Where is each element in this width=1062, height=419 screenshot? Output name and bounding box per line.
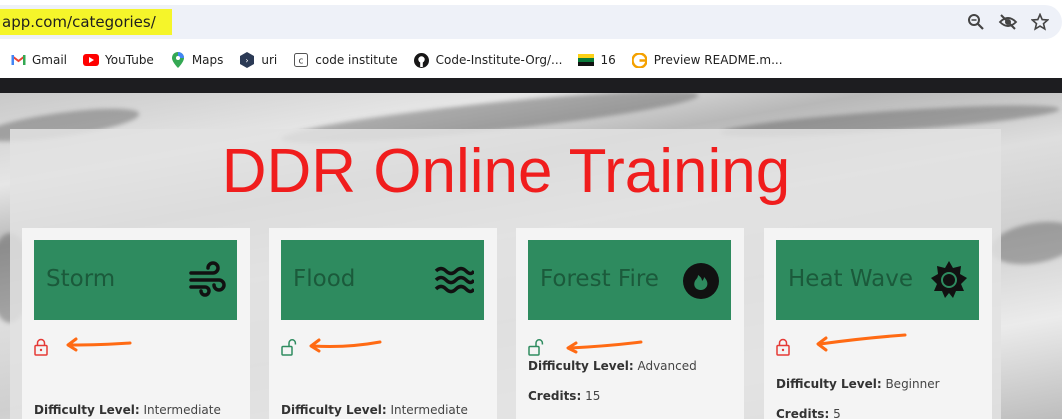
site-navbar [0,78,1062,93]
star-icon[interactable] [1030,12,1050,32]
card-header: Storm [34,240,237,320]
flag-icon [578,52,595,68]
difficulty-level: Difficulty Level: Intermediate [34,403,221,417]
bookmark-code-institute[interactable]: c code institute [293,52,398,68]
maps-icon [170,52,186,68]
eye-slash-icon[interactable] [998,12,1018,32]
category-card-flood[interactable]: Flood Difficulty Level: Intermediate [269,228,497,419]
credits: Credits: 5 [776,407,841,419]
lock-closed-icon [34,338,50,356]
card-title: Storm [46,266,116,292]
annotation-arrow [566,340,643,354]
browser-toolbar: app.com/categories/ [0,0,1062,44]
card-title: Flood [293,266,356,292]
bookmark-16[interactable]: 16 [578,52,616,68]
lock-open-icon [528,338,544,356]
credits: Credits: 15 [528,389,601,403]
difficulty-level: Difficulty Level: Intermediate [281,403,468,417]
bookmarks-bar: Gmail YouTube Maps › uri c code institut… [0,44,1062,76]
annotation-arrow [816,333,907,352]
difficulty-level: Difficulty Level: Advanced [528,359,697,373]
bookmark-uri[interactable]: › uri [239,52,277,68]
lock-closed-icon [776,338,792,356]
card-header: Flood [281,240,484,320]
category-card-forest-fire[interactable]: Forest Fire Difficulty Level: Advanced C… [516,228,744,419]
lock-open-icon [281,338,297,356]
bookmark-maps[interactable]: Maps [170,52,223,68]
wind-icon [187,260,227,300]
annotation-arrow [66,337,132,352]
card-title: Heat Wave [788,266,913,292]
gmail-icon [10,52,26,68]
annotation-arrow [309,338,382,353]
svg-text:›: › [246,56,249,65]
uri-icon: › [239,52,255,68]
code-institute-icon: c [293,52,309,68]
address-url[interactable]: app.com/categories/ [0,9,172,35]
preview-icon [632,52,648,68]
card-title: Forest Fire [540,266,659,292]
bookmark-youtube[interactable]: YouTube [83,52,154,68]
difficulty-level: Difficulty Level: Beginner [776,377,940,391]
category-card-storm[interactable]: Storm Difficulty Level: Intermediate [22,228,250,419]
category-card-heat-wave[interactable]: Heat Wave Difficulty Level: Beginner Cre… [764,228,992,419]
youtube-icon [83,52,100,68]
bookmark-github[interactable]: Code-Institute-Org/... [414,52,562,68]
zoom-icon[interactable] [966,12,986,32]
fire-icon [681,260,721,300]
page-background: DDR Online Training Storm Difficulty Lev… [0,93,1062,419]
page-title: DDR Online Training [221,137,791,206]
sun-icon [929,260,969,300]
svg-text:c: c [299,57,304,67]
waves-icon [434,260,476,300]
bookmark-preview-readme[interactable]: Preview README.m... [632,52,783,68]
bookmark-gmail[interactable]: Gmail [10,52,67,68]
card-header: Heat Wave [776,240,979,320]
card-header: Forest Fire [528,240,731,320]
github-icon [414,52,430,68]
